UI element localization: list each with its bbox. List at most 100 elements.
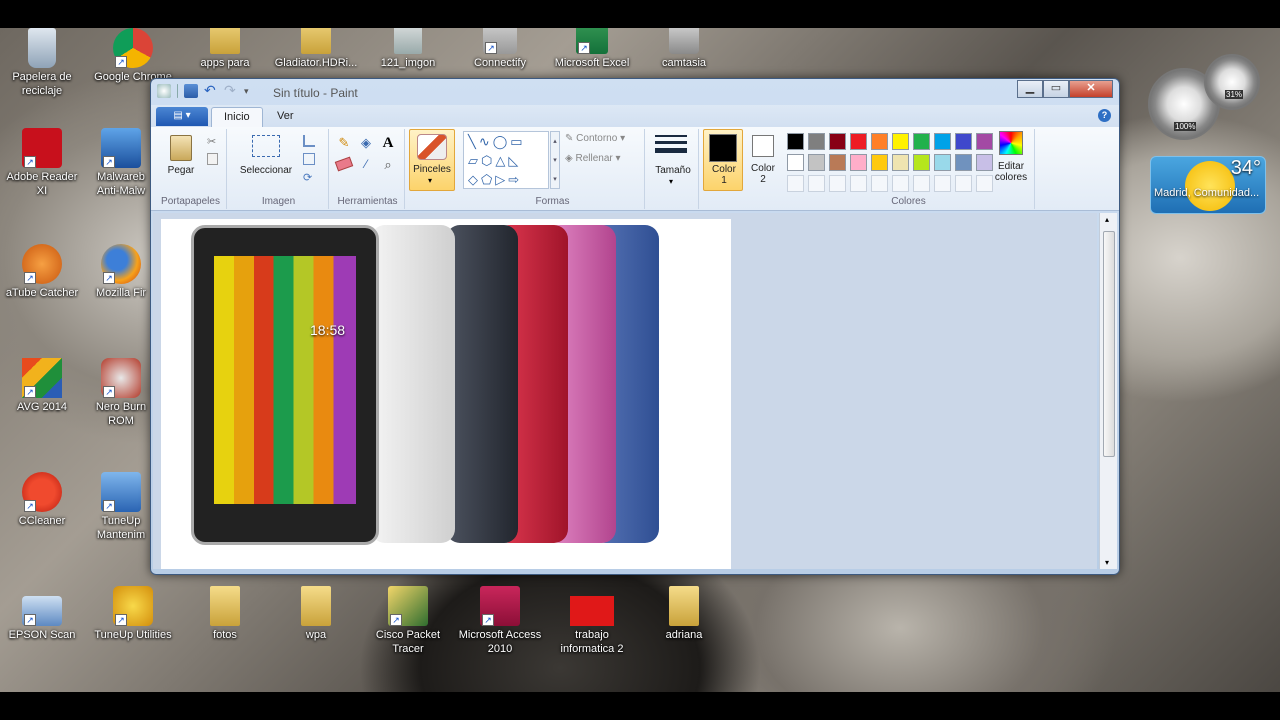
edit-colors-button[interactable]: Editar colores (991, 131, 1031, 191)
magnifier-icon[interactable]: ⌕ (379, 157, 397, 175)
desktop-icon-excel[interactable]: ↗ Microsoft Excel (550, 28, 634, 70)
scroll-thumb[interactable] (1103, 231, 1115, 457)
desktop-icon-recycle-bin[interactable]: Papelera de reciclaje (0, 28, 84, 98)
title-bar[interactable]: ↶ ↷ ▾ Sin título - Paint ▁ ▭ ✕ (151, 79, 1119, 105)
eraser-icon[interactable] (334, 156, 354, 172)
canvas-area[interactable]: 18:58 (153, 213, 1097, 569)
palette-swatch[interactable] (808, 154, 825, 171)
maximize-button[interactable]: ▭ (1043, 80, 1069, 98)
minimize-button[interactable]: ▁ (1017, 80, 1043, 98)
folder-icon (301, 28, 331, 54)
palette-swatch[interactable] (913, 133, 930, 150)
desktop-icon-atube[interactable]: ↗ aTube Catcher (0, 244, 84, 300)
palette-swatch-empty[interactable] (871, 175, 888, 192)
quick-access-toolbar: ↶ ↷ ▾ (157, 83, 258, 98)
palette-swatch[interactable] (829, 154, 846, 171)
desktop-icon-gladiator[interactable]: Gladiator.HDRi... (274, 28, 358, 70)
palette-swatch[interactable] (955, 133, 972, 150)
fill-dropdown[interactable]: ◈ Rellenar ▾ (565, 153, 621, 164)
palette-swatch[interactable] (787, 133, 804, 150)
palette-swatch[interactable] (787, 154, 804, 171)
color2-button[interactable]: Color 2 (745, 129, 781, 191)
palette-swatch-empty[interactable] (787, 175, 804, 192)
rotate-icon[interactable]: ⟳ (303, 171, 312, 184)
save-icon[interactable] (184, 84, 198, 98)
desktop-icon-chrome[interactable]: ↗ Google Chrome (91, 28, 175, 84)
undo-icon[interactable]: ↶ (204, 83, 218, 98)
desktop-icon-wpa[interactable]: wpa (274, 586, 358, 642)
cut-icon[interactable]: ✂ (207, 135, 216, 148)
palette-swatch[interactable] (850, 133, 867, 150)
palette-swatch[interactable] (850, 154, 867, 171)
size-button[interactable]: Tamaño ▾ (647, 129, 699, 209)
text-icon[interactable]: A (379, 135, 397, 153)
palette-swatch[interactable] (829, 133, 846, 150)
copy-icon[interactable] (207, 153, 218, 165)
paint-menu-button[interactable]: ▤ ▾ (156, 107, 208, 126)
palette-swatch-empty[interactable] (808, 175, 825, 192)
desktop-icon-avg[interactable]: ↗ AVG 2014 (0, 358, 84, 414)
desktop-icon-connectify[interactable]: ↗ Connectify (458, 28, 542, 70)
shapes-scroll[interactable]: ▴ ▾ ▾ (550, 131, 560, 189)
palette-swatch[interactable] (913, 154, 930, 171)
color1-button[interactable]: Color 1 (703, 129, 743, 191)
desktop-icon-ccleaner[interactable]: ↗ CCleaner (0, 472, 84, 528)
palette-swatch-empty[interactable] (829, 175, 846, 192)
palette-swatch-empty[interactable] (955, 175, 972, 192)
desktop-icon-adobe-reader[interactable]: ↗ Adobe Reader XI (0, 128, 84, 198)
scroll-up-icon[interactable]: ▴ (1105, 215, 1109, 224)
drawing-canvas[interactable]: 18:58 (161, 219, 731, 569)
outline-dropdown[interactable]: ✎ Contorno ▾ (565, 133, 625, 144)
palette-swatch-empty[interactable] (850, 175, 867, 192)
palette-swatch-empty[interactable] (913, 175, 930, 192)
close-button[interactable]: ✕ (1069, 80, 1113, 98)
vertical-scrollbar[interactable]: ▴ ▾ (1099, 213, 1117, 569)
palette-swatch-empty[interactable] (934, 175, 951, 192)
resize-icon[interactable] (303, 153, 315, 165)
palette-swatch[interactable] (934, 154, 951, 171)
memory-meter-gadget[interactable]: 31% (1204, 54, 1260, 110)
group-image: Seleccionar ⟳ Imagen (229, 129, 329, 209)
desktop-icon-firefox[interactable]: ↗ Mozilla Fir (91, 244, 151, 300)
desktop-icon-camtasia[interactable]: camtasia (642, 28, 726, 70)
palette-swatch[interactable] (892, 133, 909, 150)
tab-inicio[interactable]: Inicio (211, 107, 263, 127)
brushes-button[interactable]: Pinceles ▾ (409, 129, 455, 191)
desktop-icon-121-imgon[interactable]: 121_imgon (366, 28, 450, 70)
color-picker-icon[interactable]: ⁄ (357, 157, 375, 175)
desktop-icon-trabajo-informatica[interactable]: trabajo informatica 2 (550, 586, 634, 656)
tab-ver[interactable]: Ver (265, 107, 306, 127)
palette-swatch[interactable] (871, 133, 888, 150)
palette-swatch[interactable] (808, 133, 825, 150)
customize-qat-icon[interactable]: ▾ (244, 84, 258, 98)
help-icon[interactable]: ? (1098, 109, 1111, 122)
ccleaner-icon: ↗ (22, 472, 62, 512)
palette-swatch-empty[interactable] (892, 175, 909, 192)
desktop-icon-nero[interactable]: ↗ Nero Burn ROM (91, 358, 151, 428)
shapes-gallery[interactable]: ╲∿◯▭ ▱⬡△◺ ◇⬠▷⇨ (463, 131, 549, 189)
select-button[interactable]: Seleccionar (233, 135, 299, 187)
palette-swatch[interactable] (871, 154, 888, 171)
palette-swatch[interactable] (955, 154, 972, 171)
redo-icon[interactable]: ↷ (224, 83, 238, 98)
desktop-icon-tuneup-maint[interactable]: ↗ TuneUp Mantenim (91, 472, 151, 542)
desktop-icon-access[interactable]: ↗ Microsoft Access 2010 (458, 586, 542, 656)
desktop-icon-malwarebytes[interactable]: ↗ Malwareb Anti-Malw (91, 128, 151, 198)
weather-gadget[interactable]: 34° Madrid, Comunidad... (1150, 156, 1266, 214)
desktop-icon-adriana[interactable]: adriana (642, 586, 726, 642)
crop-icon[interactable] (303, 135, 315, 147)
scroll-down-icon[interactable]: ▾ (1105, 558, 1109, 567)
palette-swatch[interactable] (892, 154, 909, 171)
desktop-icon-tuneup-utilities[interactable]: ↗ TuneUp Utilities (91, 586, 175, 642)
desktop-icon-fotos[interactable]: fotos (183, 586, 267, 642)
pencil-icon[interactable]: ✎ (335, 135, 353, 153)
paint-app-icon[interactable] (157, 84, 171, 98)
paint-window[interactable]: ↶ ↷ ▾ Sin título - Paint ▁ ▭ ✕ ▤ ▾ Inici… (150, 78, 1120, 575)
brush-icon (417, 134, 447, 160)
desktop-icon-epson-scan[interactable]: ↗ EPSON Scan (0, 586, 84, 642)
paste-button[interactable]: Pegar (163, 133, 199, 185)
fill-bucket-icon[interactable]: ◈ (357, 135, 375, 153)
desktop-icon-cisco-packet-tracer[interactable]: ↗ Cisco Packet Tracer (366, 586, 450, 656)
desktop-icon-apps-para[interactable]: apps para (183, 28, 267, 70)
palette-swatch[interactable] (934, 133, 951, 150)
